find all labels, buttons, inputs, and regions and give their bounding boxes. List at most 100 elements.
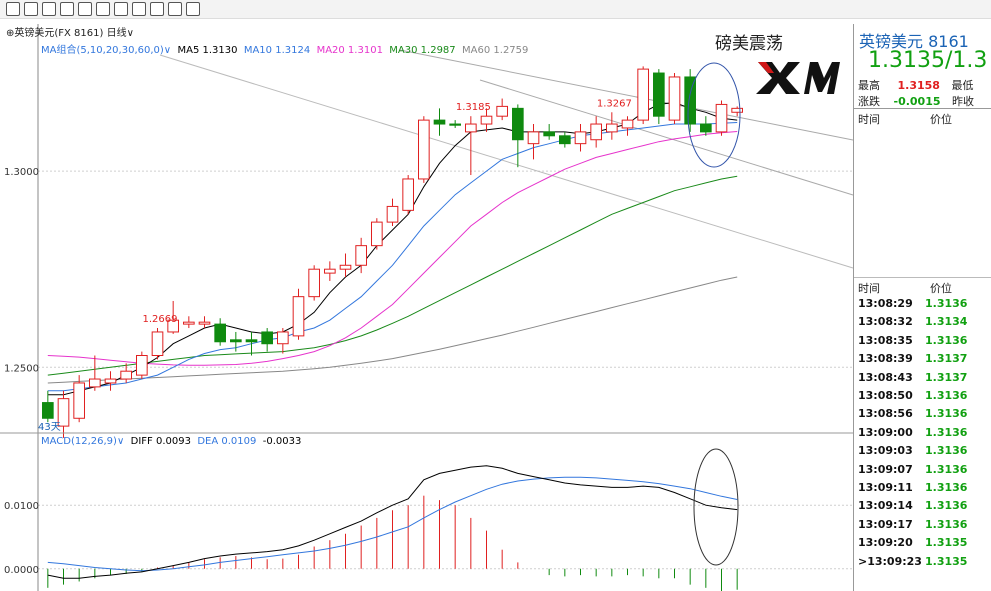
ma10-line — [47, 122, 738, 392]
high-label: 最高 — [858, 79, 880, 92]
high-price-annotation: 1.3267 — [597, 98, 632, 109]
quote-panel: 英镑美元 8161 1.3135/1.3 最高 1.3158 最低 涨跌 -0.… — [853, 24, 991, 591]
candle-down — [559, 135, 571, 145]
symbol-period-selector[interactable]: ⊕英镑美元(FX 8161) 日线∨ — [6, 24, 134, 39]
tick-row: 13:08:35 1.3136 — [858, 334, 988, 352]
tick-row: 13:08:50 1.3136 — [858, 389, 988, 407]
shape-tool-icon[interactable] — [78, 2, 92, 16]
ma20-line — [47, 131, 738, 366]
draw-tool-icon[interactable] — [60, 2, 74, 16]
fib-tool-icon[interactable] — [150, 2, 164, 16]
candle-up — [418, 119, 430, 180]
macd-tick-label: 0.0000 — [4, 565, 39, 576]
candle-up — [198, 321, 211, 325]
candle-down — [653, 72, 665, 117]
tick-time: 13:08:56 — [858, 407, 913, 421]
dea-label: DEA 0.0109 — [197, 436, 257, 447]
low-label: 最低 — [951, 79, 974, 92]
candle-down — [230, 339, 242, 343]
tick-time: 13:08:32 — [858, 315, 913, 329]
candle-down — [214, 323, 226, 343]
quote-price: 1.3135/1.3 — [868, 48, 988, 73]
candle-up — [324, 268, 336, 274]
tick-time: 13:08:43 — [858, 370, 913, 384]
macd-legend: MACD(12,26,9)∨ DIFF 0.0093 DEA 0.0109 -0… — [41, 436, 301, 447]
candle-up — [668, 76, 681, 121]
candle-up — [621, 119, 634, 129]
price-tick-label: 1.2500 — [4, 363, 39, 374]
candle-up — [277, 331, 289, 345]
candle-down — [512, 107, 524, 141]
tick-row: 13:09:14 1.3136 — [858, 499, 988, 517]
settings-icon[interactable] — [186, 2, 200, 16]
arrow-tool-icon[interactable] — [114, 2, 128, 16]
macd-label[interactable]: MACD(12,26,9)∨ — [41, 436, 124, 447]
change-row: 涨跌 -0.0015 昨收 — [858, 93, 974, 109]
ma30-label: MA30 1.2987 — [389, 45, 456, 56]
grid-icon[interactable] — [24, 2, 38, 16]
candle-up — [371, 221, 383, 247]
tick-price: 1.3136 — [925, 407, 968, 421]
channel-lines — [159, 49, 854, 269]
ma5-line — [47, 101, 738, 396]
ma-group-label[interactable]: MA组合(5,10,20,30,60,0)∨ — [41, 45, 171, 56]
candle-down — [700, 123, 712, 133]
tick-row: 13:09:03 1.3136 — [858, 444, 988, 462]
diff-label: DIFF 0.0093 — [130, 436, 191, 447]
tick-time: 13:09:17 — [858, 517, 913, 531]
tick-price: 1.3137 — [925, 370, 968, 384]
macd-tick-label: 0.0100 — [4, 501, 39, 512]
tick-price: 1.3136 — [925, 333, 968, 347]
candle-up — [402, 178, 414, 211]
change-value: -0.0015 — [893, 95, 941, 108]
tick-price: 1.3135 — [925, 554, 968, 568]
macd-axis-labels: 0.0000 0.0100 — [4, 501, 39, 576]
candle-up — [731, 107, 743, 113]
tick-time: >13:09:23 — [858, 554, 922, 568]
candles — [42, 66, 743, 438]
tick-price: 1.3136 — [925, 517, 968, 531]
candle-down — [261, 331, 273, 345]
tick-time: 13:09:20 — [858, 536, 913, 550]
candle-up — [637, 68, 649, 121]
candle-down — [449, 123, 461, 126]
macd-value-label: -0.0033 — [262, 436, 302, 447]
tick-time: 13:09:14 — [858, 499, 913, 513]
tick-row: >13:09:23 1.3135 — [858, 555, 988, 573]
price-tick-label: 1.3000 — [4, 167, 39, 178]
period-count-label: 43天 — [38, 422, 61, 433]
candle-up — [527, 131, 540, 145]
tick-time: 13:09:00 — [858, 425, 913, 439]
tick-price: 1.3136 — [925, 297, 968, 310]
tick-price: 1.3136 — [925, 389, 968, 402]
channel-tool-icon[interactable] — [168, 2, 182, 16]
ma10-label: MA10 1.3124 — [243, 45, 311, 56]
price-header-2: 价位 — [930, 282, 952, 295]
time-header-2: 时间 — [858, 282, 880, 295]
candle-up — [715, 103, 728, 133]
candle-up — [183, 321, 195, 325]
tick-row: 13:09:20 1.3135 — [858, 536, 988, 554]
candle-up — [590, 123, 602, 141]
candle-up — [574, 131, 587, 145]
change-label: 涨跌 — [858, 95, 880, 108]
tick-row: 13:09:11 1.3136 — [858, 481, 988, 499]
quote-divider — [854, 108, 991, 109]
candle-up — [151, 331, 164, 357]
price-header: 价位 — [930, 113, 952, 126]
xm-logo — [752, 58, 844, 98]
ma20-label: MA20 1.3101 — [316, 45, 383, 56]
macd-grid — [38, 504, 853, 570]
tick-row: 13:08:32 1.3134 — [858, 315, 988, 333]
high-price-annotation: 1.2669 — [143, 314, 178, 325]
circle-tool-icon[interactable] — [96, 2, 110, 16]
tick-row: 13:08:29 1.3136 — [858, 297, 988, 315]
tick-row: 13:08:56 1.3136 — [858, 407, 988, 425]
tick-divider — [854, 277, 991, 278]
chart-type-icon[interactable] — [6, 2, 20, 16]
tick-row: 13:09:17 1.3136 — [858, 518, 988, 536]
tick-price: 1.3134 — [925, 315, 968, 329]
tick-time: 13:08:35 — [858, 333, 913, 347]
line-tool-icon[interactable] — [42, 2, 56, 16]
text-tool-icon[interactable] — [132, 2, 146, 16]
